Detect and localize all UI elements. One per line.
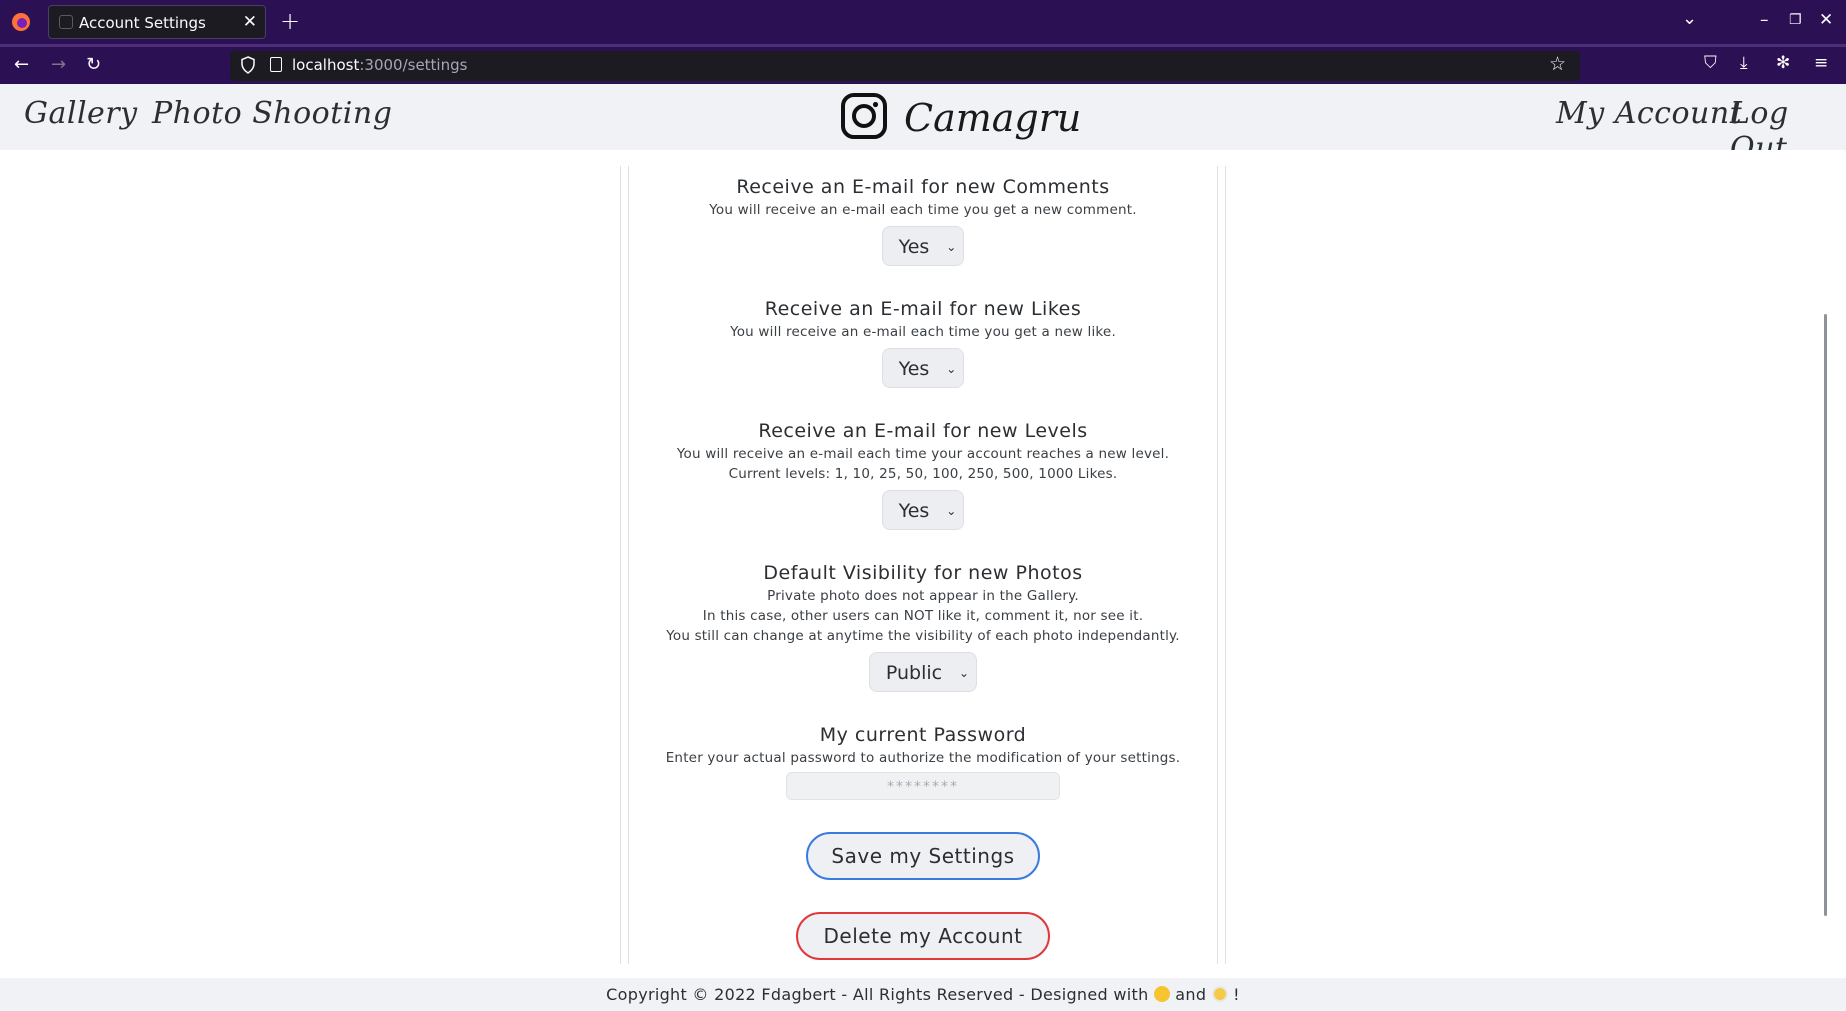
forward-icon: → (51, 54, 67, 75)
footer-and: and (1175, 985, 1207, 1004)
likes-email-select[interactable]: Yes ⌄ (881, 348, 965, 388)
setting-description: Enter your actual password to authorize … (665, 750, 1181, 766)
setting-title: Receive an E-mail for new Likes (764, 298, 1082, 320)
footer-end: ! (1233, 985, 1240, 1004)
delete-account-button[interactable]: Delete my Account (796, 912, 1050, 960)
save-settings-button[interactable]: Save my Settings (806, 832, 1040, 880)
setting-likes: Receive an E-mail for new Likes You will… (628, 298, 1218, 388)
site-footer: Copyright © 2022 Fdagbert - All Rights R… (0, 978, 1846, 1011)
page-scrollbar[interactable] (1824, 314, 1827, 916)
bookmark-star-icon[interactable]: ☆ (1549, 53, 1566, 75)
tab-title: Account Settings (79, 14, 206, 32)
reload-icon[interactable]: ↻ (86, 54, 101, 75)
browser-tab-bar: Account Settings ✕ + ⌄ – ❐ ✕ (0, 0, 1846, 44)
setting-visibility: Default Visibility for new Photos Privat… (628, 562, 1218, 692)
camera-icon (841, 93, 887, 139)
setting-levels: Receive an E-mail for new Levels You wil… (628, 420, 1218, 530)
browser-tab[interactable]: Account Settings ✕ (48, 5, 266, 39)
download-icon[interactable]: ⤓ (1740, 53, 1748, 73)
levels-email-select[interactable]: Yes ⌄ (881, 490, 965, 530)
nav-photo-shooting-link[interactable]: Photo Shooting (152, 96, 392, 131)
brand-name: Camagru (904, 96, 1082, 140)
camera-favicon-icon (59, 15, 73, 29)
setting-comments: Receive an E-mail for new Comments You w… (628, 176, 1218, 266)
extensions-icon[interactable]: ✻ (1776, 53, 1790, 73)
minimize-icon[interactable]: – (1760, 10, 1769, 30)
window-close-icon[interactable]: ✕ (1819, 10, 1833, 30)
chevron-down-icon: ⌄ (946, 504, 957, 518)
chevron-down-icon: ⌄ (946, 362, 957, 376)
setting-title: Receive an E-mail for new Levels (758, 420, 1088, 442)
setting-description: You will receive an e-mail each time you… (676, 446, 1170, 462)
page-info-icon[interactable] (270, 57, 282, 72)
setting-password: My current Password Enter your actual pa… (628, 724, 1218, 800)
select-value: Yes (898, 500, 930, 522)
comments-email-select[interactable]: Yes ⌄ (881, 226, 965, 266)
current-password-input[interactable]: ******** (786, 772, 1060, 800)
shield-icon[interactable] (240, 56, 256, 74)
menu-icon[interactable]: ≡ (1814, 53, 1828, 73)
new-tab-icon[interactable]: + (280, 7, 300, 35)
chevron-down-icon: ⌄ (959, 666, 970, 680)
url-bar[interactable]: localhost:3000/settings ☆ (230, 51, 1580, 81)
setting-title: Default Visibility for new Photos (763, 562, 1083, 584)
setting-description: Current levels: 1, 10, 25, 50, 100, 250,… (728, 466, 1118, 482)
setting-description: Private photo does not appear in the Gal… (767, 588, 1079, 604)
select-value: Public (885, 662, 943, 684)
back-icon[interactable]: ← (14, 54, 29, 75)
chevron-down-icon[interactable]: ⌄ (1682, 8, 1697, 29)
select-value: Yes (898, 236, 930, 258)
close-tab-icon[interactable]: ✕ (243, 12, 257, 32)
restore-icon[interactable]: ❐ (1789, 12, 1802, 28)
setting-description: You will receive an e-mail each time you… (730, 324, 1116, 340)
nav-gallery-link[interactable]: Gallery (24, 96, 138, 131)
setting-description: You will receive an e-mail each time you… (709, 202, 1137, 218)
navigation-toolbar: ← → ↻ localhost:3000/settings ☆ ⛉ ⤓ ✻ ≡ (0, 44, 1846, 84)
site-header: Gallery Photo Shooting Camagru My Accoun… (0, 84, 1846, 166)
setting-description: In this case, other users can NOT like i… (702, 608, 1144, 624)
url-text[interactable]: localhost:3000/settings (292, 56, 467, 74)
masked-face-icon (1211, 986, 1228, 1002)
setting-title: Receive an E-mail for new Comments (736, 176, 1110, 198)
footer-copyright: Copyright © 2022 Fdagbert - All Rights R… (606, 985, 1149, 1004)
chevron-down-icon: ⌄ (946, 240, 957, 254)
setting-title: My current Password (819, 724, 1027, 746)
select-value: Yes (898, 358, 930, 380)
flexed-biceps-icon (1153, 986, 1170, 1002)
pocket-icon[interactable]: ⛉ (1704, 53, 1717, 73)
firefox-icon[interactable] (10, 11, 32, 33)
visibility-select[interactable]: Public ⌄ (868, 652, 978, 692)
setting-description: You still can change at anytime the visi… (666, 628, 1180, 644)
nav-my-account-link[interactable]: My Account (1556, 96, 1742, 131)
